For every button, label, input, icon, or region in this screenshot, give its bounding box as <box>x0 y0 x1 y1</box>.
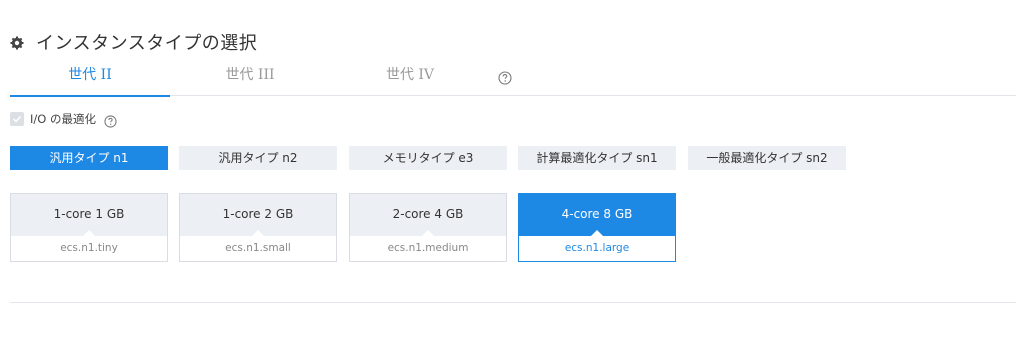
section-header: インスタンスタイプの選択 <box>10 30 257 54</box>
instance-type-n1-button[interactable]: 汎用タイプ n1 <box>10 146 168 170</box>
section-title: インスタンスタイプの選択 <box>36 33 258 54</box>
instance-type-sn1-button[interactable]: 計算最適化タイプ sn1 <box>518 146 676 170</box>
gear-icon <box>10 35 24 50</box>
io-optimization-label: I/O の最適化 <box>30 112 96 126</box>
spec-card-medium[interactable]: 2-core 4 GB ecs.n1.medium <box>349 193 507 262</box>
io-optimization-row: I/O の最適化 <box>10 110 117 128</box>
tab-generation-2[interactable]: 世代 II <box>10 62 170 97</box>
spec-card-small[interactable]: 1-core 2 GB ecs.n1.small <box>179 193 337 262</box>
io-optimization-checkbox[interactable] <box>10 112 24 126</box>
spec-card-name: ecs.n1.small <box>225 242 291 254</box>
section-divider <box>10 302 1016 303</box>
help-icon[interactable] <box>498 70 512 85</box>
help-icon[interactable] <box>104 113 117 128</box>
instance-type-n2-button[interactable]: 汎用タイプ n2 <box>179 146 337 170</box>
spec-card-tiny[interactable]: 1-core 1 GB ecs.n1.tiny <box>10 193 168 262</box>
generation-tabs: 世代 II 世代 III 世代 IV <box>10 62 1016 97</box>
spec-card-spec: 1-core 1 GB <box>11 194 167 236</box>
spec-card-spec: 4-core 8 GB <box>519 194 675 236</box>
spec-card-spec: 2-core 4 GB <box>350 194 506 236</box>
spec-card-name: ecs.n1.medium <box>387 242 469 254</box>
instance-type-e3-button[interactable]: メモリタイプ e3 <box>349 146 507 170</box>
spec-card-name: ecs.n1.large <box>564 242 630 254</box>
tab-generation-4[interactable]: 世代 IV <box>330 62 490 96</box>
spec-card-large[interactable]: 4-core 8 GB ecs.n1.large <box>518 193 676 262</box>
tab-generation-3[interactable]: 世代 III <box>170 62 330 96</box>
instance-type-sn2-button[interactable]: 一般最適化タイプ sn2 <box>688 146 846 170</box>
spec-card-spec: 1-core 2 GB <box>180 194 336 236</box>
spec-card-name: ecs.n1.tiny <box>60 242 118 254</box>
